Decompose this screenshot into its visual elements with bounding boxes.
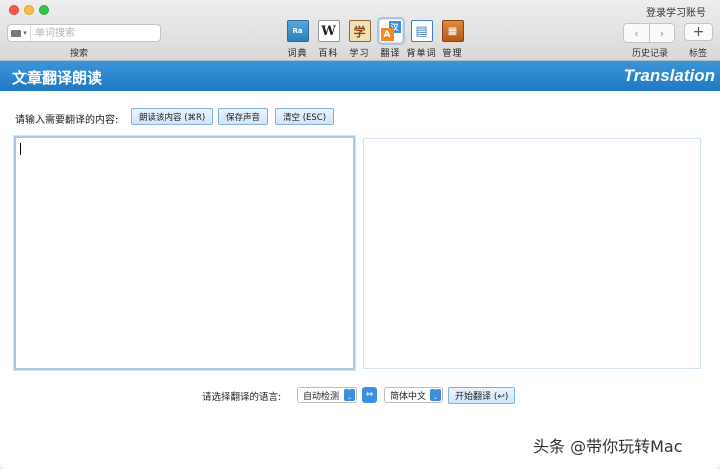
tool-group: Ra 词典 W 百科 学 学习 汉 A 翻译 ▤ 背单词 ▦ 管理: [282, 17, 468, 59]
page-title-english: Translation: [623, 66, 715, 85]
tool-manage[interactable]: ▦ 管理: [437, 20, 468, 59]
login-link[interactable]: 登录学习账号: [646, 4, 706, 19]
input-prompt: 请输入需要翻译的内容:: [15, 115, 119, 126]
tool-label: 词典: [287, 49, 308, 59]
keyboard-icon: [11, 29, 22, 37]
tool-label: 管理: [442, 49, 463, 59]
swap-languages-button[interactable]: ⇔: [362, 387, 377, 403]
tool-label: 背单词: [406, 49, 437, 59]
search-mode-dropdown[interactable]: ▾: [8, 25, 31, 41]
manage-cabinet-icon: ▦: [441, 20, 464, 42]
text-cursor: [20, 143, 21, 155]
source-language-select[interactable]: 自动检测 ⌃ ⌄: [297, 387, 357, 403]
window-minimize-button[interactable]: [24, 5, 34, 15]
flashcard-book-icon: ▤: [410, 20, 433, 42]
search-input[interactable]: [31, 26, 160, 40]
tool-dictionary[interactable]: Ra 词典: [282, 20, 313, 59]
target-language-value: 简体中文: [390, 391, 427, 402]
select-arrows-icon: ⌃ ⌄: [344, 389, 355, 401]
back-button[interactable]: ‹: [624, 24, 649, 42]
dictionary-icon: Ra: [286, 20, 309, 42]
tool-study[interactable]: 学 学习: [344, 20, 375, 59]
source-text-input[interactable]: [16, 138, 353, 368]
target-language-select[interactable]: 简体中文 ⌃ ⌄: [384, 387, 443, 403]
clear-button[interactable]: 清空 (ESC): [275, 108, 335, 125]
source-text-pane: [14, 136, 355, 370]
select-arrows-icon: ⌃ ⌄: [430, 389, 441, 401]
watermark: 头条 @带你玩转Mac: [533, 437, 683, 456]
source-language-value: 自动检测: [303, 391, 340, 402]
forward-button[interactable]: ›: [649, 24, 674, 42]
toolbar: 登录学习账号 ▾ 搜索 Ra 词典 W 百科 学 学习 汉: [0, 0, 720, 61]
tool-label: 学习: [349, 49, 370, 59]
tool-label: 翻译: [380, 49, 401, 59]
search-box: ▾: [7, 24, 161, 42]
window-close-button[interactable]: [9, 5, 19, 15]
translate-icon: 汉 A: [376, 17, 405, 45]
language-prompt: 请选择翻译的语言:: [202, 392, 282, 403]
page-header: 文章翻译朗读 Translation: [0, 61, 720, 91]
bookmark-label: 标签: [689, 49, 708, 59]
study-book-icon: 学: [348, 20, 371, 42]
read-aloud-button[interactable]: 朗读该内容 (⌘R): [131, 108, 214, 125]
translation-output-pane: [363, 138, 701, 369]
tool-label: 百科: [318, 49, 339, 59]
start-translate-button[interactable]: 开始翻译 (↩): [448, 387, 516, 404]
page-title: 文章翻译朗读: [12, 69, 103, 87]
save-audio-button[interactable]: 保存声音: [218, 108, 269, 125]
add-bookmark-button[interactable]: +: [684, 23, 713, 41]
app-window: 登录学习账号 ▾ 搜索 Ra 词典 W 百科 学 学习 汉: [0, 0, 720, 469]
tool-vocabulary[interactable]: ▤ 背单词: [406, 20, 437, 59]
window-zoom-button[interactable]: [39, 5, 49, 15]
history-nav: ‹ ›: [623, 23, 675, 43]
tool-encyclopedia[interactable]: W 百科: [313, 20, 344, 59]
history-label: 历史记录: [632, 49, 669, 59]
tool-translate[interactable]: 汉 A 翻译: [375, 17, 406, 59]
wikipedia-icon: W: [317, 20, 340, 42]
search-label: 搜索: [70, 49, 89, 59]
